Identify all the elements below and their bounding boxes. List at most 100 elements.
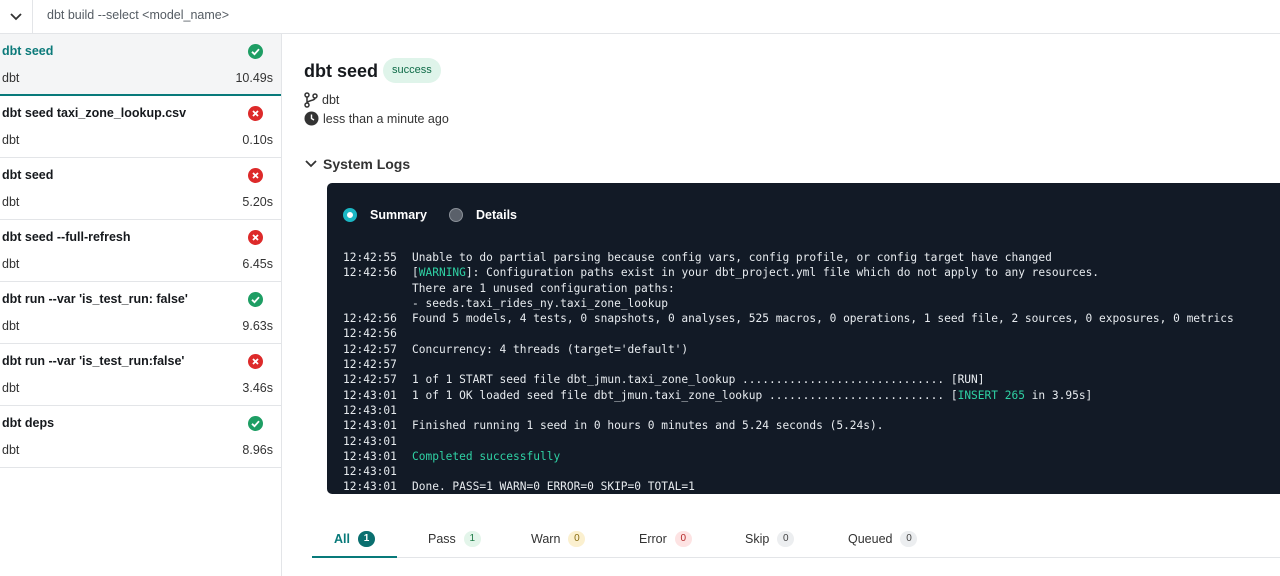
run-time: less than a minute ago bbox=[323, 111, 449, 126]
filter-tab-warn[interactable]: Warn 0 bbox=[531, 521, 586, 557]
run-project: dbt bbox=[2, 381, 20, 395]
log-line: 12:43:01 1 of 1 OK loaded seed file dbt_j… bbox=[343, 388, 1234, 403]
log-line: There are 1 unused configuration paths:​ bbox=[343, 281, 1234, 296]
log-line: 12:42:57​ bbox=[343, 357, 1234, 372]
run-command: dbt seed --full-refresh bbox=[2, 230, 131, 244]
log-line: 12:42:57 1 of 1 START seed file dbt_jmun.… bbox=[343, 372, 1234, 387]
run-list-item[interactable]: dbt seed dbt 10.49s bbox=[0, 34, 281, 96]
log-message: Done. PASS=1 WARN=0 ERROR=0 SKIP=0 TOTAL… bbox=[412, 480, 695, 494]
log-highlight: Completed successfully bbox=[412, 449, 561, 463]
success-check-icon bbox=[248, 416, 263, 431]
log-message: - seeds.taxi_rides_ny.taxi_zone_lookup bbox=[412, 296, 668, 310]
run-command: dbt seed bbox=[2, 44, 54, 58]
success-check-icon bbox=[248, 292, 263, 307]
log-timestamp: 12:42:56 bbox=[343, 327, 397, 341]
filter-tab-label: Pass bbox=[428, 532, 456, 546]
run-list-item[interactable]: dbt run --var 'is_test_run:false' dbt 3.46… bbox=[0, 344, 281, 406]
log-message: Found 5 models, 4 tests, 0 snapshots, 0 … bbox=[412, 312, 1234, 326]
log-line: 12:42:56​ bbox=[343, 326, 1234, 341]
log-message: in 3.95s] bbox=[1024, 388, 1093, 402]
filter-tab-all[interactable]: All 1 bbox=[312, 521, 397, 558]
run-project: dbt bbox=[2, 443, 20, 457]
run-command: dbt seed bbox=[2, 168, 54, 182]
log-timestamp: 12:43:01 bbox=[343, 465, 397, 479]
log-message: 1 of 1 OK loaded seed file dbt_jmun.taxi… bbox=[412, 388, 958, 402]
branch-row: dbt bbox=[304, 92, 339, 108]
log-highlight: WARNING bbox=[418, 266, 466, 280]
log-timestamp: 12:43:01 bbox=[343, 449, 397, 463]
log-line: 12:43:01​ bbox=[343, 434, 1234, 449]
log-timestamp: 12:42:57 bbox=[343, 342, 397, 356]
filter-tab-label: All bbox=[334, 531, 350, 546]
filter-count-badge: 1 bbox=[357, 530, 375, 547]
filter-count-badge: 0 bbox=[900, 531, 918, 547]
page-title: dbt seed bbox=[304, 61, 379, 81]
details-radio[interactable]: Details bbox=[449, 208, 517, 222]
log-timestamp: 12:42:57 bbox=[343, 358, 397, 372]
log-line: 12:42:55 Unable to do partial parsing bec… bbox=[343, 250, 1234, 265]
log-message: Concurrency: 4 threads (target='default'… bbox=[412, 342, 689, 356]
success-check-icon bbox=[248, 44, 263, 59]
radio-selected-icon bbox=[343, 208, 357, 222]
run-project: dbt bbox=[2, 71, 20, 85]
filter-tab-queued[interactable]: Queued 0 bbox=[848, 521, 918, 557]
run-command: dbt run --var 'is_test_run:false' bbox=[2, 354, 185, 368]
filter-tab-label: Skip bbox=[745, 532, 770, 546]
log-timestamp: 12:42:57 bbox=[343, 373, 397, 387]
log-highlight: INSERT 265 bbox=[957, 388, 1025, 402]
log-line: - seeds.taxi_rides_ny.taxi_zone_lookup​ bbox=[343, 296, 1234, 311]
run-command: dbt seed taxi_zone_lookup.csv bbox=[2, 106, 187, 120]
system-logs-toggle[interactable]: System Logs bbox=[304, 156, 410, 172]
run-project: dbt bbox=[2, 195, 20, 209]
run-list-item[interactable]: dbt seed taxi_zone_lookup.csv dbt 0.10s bbox=[0, 96, 281, 158]
filter-count-badge: 0 bbox=[777, 531, 795, 547]
error-x-icon bbox=[248, 168, 263, 183]
log-timestamp: 12:43:01 bbox=[343, 419, 397, 433]
run-list-item[interactable]: dbt seed dbt 5.20s bbox=[0, 158, 281, 220]
log-line: 12:43:01 Finished running 1 seed in 0 hou… bbox=[343, 418, 1234, 433]
filter-tab-skip[interactable]: Skip 0 bbox=[745, 521, 795, 557]
summary-radio[interactable]: Summary bbox=[343, 208, 427, 222]
log-output: 12:42:55 Unable to do partial parsing bec… bbox=[343, 250, 1234, 494]
log-message: [ bbox=[412, 266, 419, 280]
run-command: dbt run --var 'is_test_run: false' bbox=[2, 292, 188, 306]
log-timestamp: 12:43:01 bbox=[343, 403, 397, 417]
log-line: 12:43:01​ bbox=[343, 464, 1234, 479]
error-x-icon bbox=[248, 230, 263, 245]
log-line: 12:43:01Completed successfully​ bbox=[343, 449, 1234, 464]
error-x-icon bbox=[248, 106, 263, 121]
log-message: 1 of 1 START seed file dbt_jmun.taxi_zon… bbox=[412, 373, 985, 387]
time-row: less than a minute ago bbox=[304, 111, 449, 126]
filter-tab-pass[interactable]: Pass 1 bbox=[428, 521, 481, 557]
run-list-item[interactable]: dbt seed --full-refresh dbt 6.45s bbox=[0, 220, 281, 282]
filter-tab-label: Queued bbox=[848, 532, 893, 546]
filter-count-badge: 1 bbox=[463, 531, 481, 547]
log-line: 12:43:01 Done. PASS=1 WARN=0 ERROR=0 SKIP… bbox=[343, 479, 1234, 494]
run-project: dbt bbox=[2, 257, 20, 271]
log-console: Summary Details 12:42:55 Unable to do par… bbox=[327, 183, 1280, 494]
run-duration: 9.63s bbox=[242, 319, 273, 333]
run-list-item[interactable]: dbt deps dbt 8.96s bbox=[0, 406, 281, 468]
run-list-item[interactable]: dbt run --var 'is_test_run: false' dbt 9.6… bbox=[0, 282, 281, 344]
filter-tabs: All 1 Pass 1 Warn 0 Error 0 Skip 0 Queued 0 bbox=[312, 521, 1280, 558]
run-duration: 6.45s bbox=[242, 257, 273, 271]
details-label: Details bbox=[476, 208, 517, 222]
log-timestamp: 12:42:55 bbox=[343, 251, 397, 264]
log-line: 12:42:57 Concurrency: 4 threads (target='… bbox=[343, 342, 1234, 357]
log-timestamp: 12:43:01 bbox=[343, 480, 397, 494]
run-project: dbt bbox=[2, 319, 20, 333]
log-timestamp: 12:43:01 bbox=[343, 388, 397, 402]
log-line: 12:42:56 Found 5 models, 4 tests, 0 snaps… bbox=[343, 311, 1234, 326]
log-timestamp: 12:42:56 bbox=[343, 312, 397, 326]
chevron-down-icon bbox=[305, 160, 317, 168]
summary-label: Summary bbox=[370, 208, 427, 222]
chevron-down-icon bbox=[10, 12, 22, 20]
filter-tab-error[interactable]: Error 0 bbox=[639, 521, 692, 557]
log-line: 12:42:56 [WARNING]: Configuration paths e… bbox=[343, 265, 1234, 280]
status-badge: success bbox=[383, 58, 441, 83]
sidebar-toggle-button[interactable] bbox=[0, 0, 33, 33]
log-message: There are 1 unused configuration paths: bbox=[412, 281, 675, 295]
command-input[interactable]: dbt build --select <model_name> bbox=[47, 8, 229, 22]
filter-count-badge: 0 bbox=[674, 531, 692, 547]
log-line: 12:43:01​ bbox=[343, 403, 1234, 418]
